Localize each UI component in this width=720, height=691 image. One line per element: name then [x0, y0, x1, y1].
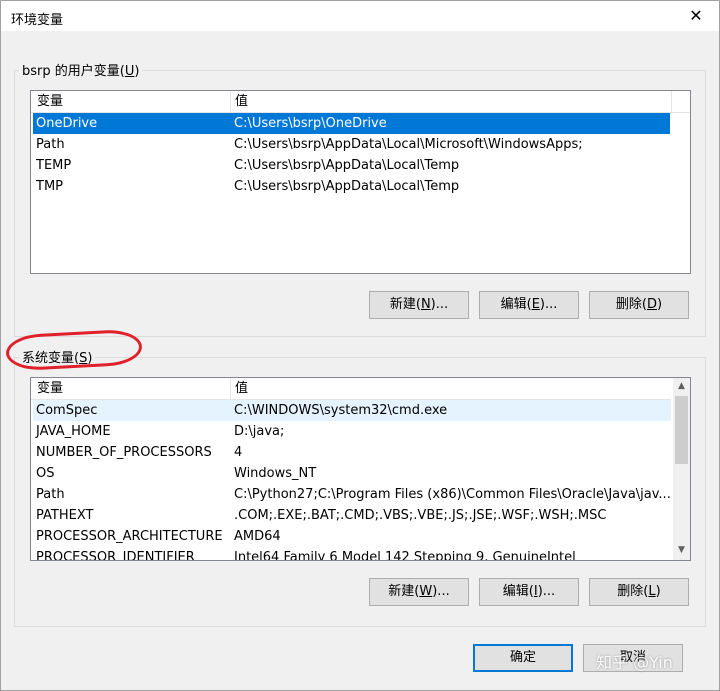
- variable-value: Windows_NT: [234, 466, 317, 481]
- user-variables-label: bsrp 的用户变量(U): [19, 60, 143, 79]
- variable-value: D:\java;: [234, 424, 285, 439]
- variable-name: PROCESSOR_IDENTIFIER: [36, 550, 195, 561]
- list-row-processor-identifier[interactable]: PROCESSOR_IDENTIFIER Intel64 Family 6 Mo…: [33, 547, 671, 561]
- list-row-onedrive[interactable]: OneDrive C:\Users\bsrp\OneDrive: [33, 113, 670, 134]
- variable-name: TMP: [36, 179, 63, 194]
- column-header-value[interactable]: 值: [231, 378, 671, 399]
- list-row-comspec[interactable]: ComSpec C:\WINDOWS\system32\cmd.exe: [33, 400, 671, 421]
- variable-value: C:\Users\bsrp\AppData\Local\Microsoft\Wi…: [234, 137, 583, 152]
- list-row-tmp[interactable]: TMP C:\Users\bsrp\AppData\Local\Temp: [33, 176, 670, 197]
- scroll-thumb[interactable]: [675, 396, 688, 464]
- variable-value: C:\WINDOWS\system32\cmd.exe: [234, 403, 448, 418]
- list-row-temp[interactable]: TEMP C:\Users\bsrp\AppData\Local\Temp: [33, 155, 670, 176]
- user-new-button[interactable]: 新建(N)...: [369, 291, 469, 319]
- variable-name: OneDrive: [36, 116, 98, 131]
- system-variables-label: 系统变量(S): [19, 347, 96, 366]
- system-delete-button[interactable]: 删除(L): [589, 578, 689, 606]
- variable-name: PATHEXT: [36, 508, 94, 523]
- column-header-variable[interactable]: 变量: [33, 91, 231, 112]
- variable-name: Path: [36, 487, 65, 502]
- scroll-up-icon[interactable]: ▲: [673, 378, 690, 395]
- list-row-os[interactable]: OS Windows_NT: [33, 463, 671, 484]
- variable-value: C:\Users\bsrp\OneDrive: [234, 116, 387, 131]
- title-bar: 环境变量 ✕: [1, 1, 719, 31]
- ok-button[interactable]: 确定: [473, 644, 573, 672]
- list-row-number-of-processors[interactable]: NUMBER_OF_PROCESSORS 4: [33, 442, 671, 463]
- list-row-java-home[interactable]: JAVA_HOME D:\java;: [33, 421, 671, 442]
- list-row-path[interactable]: Path C:\Python27;C:\Program Files (x86)\…: [33, 484, 671, 505]
- variable-value: AMD64: [234, 529, 281, 544]
- window-title: 环境变量: [11, 13, 64, 28]
- user-delete-button[interactable]: 删除(D): [589, 291, 689, 319]
- user-edit-button[interactable]: 编辑(E)...: [479, 291, 579, 319]
- variable-value: 4: [234, 445, 243, 460]
- list-row-path[interactable]: Path C:\Users\bsrp\AppData\Local\Microso…: [33, 134, 670, 155]
- variable-name: NUMBER_OF_PROCESSORS: [36, 445, 212, 460]
- system-edit-button[interactable]: 编辑(I)...: [479, 578, 579, 606]
- variable-value: .COM;.EXE;.BAT;.CMD;.VBS;.VBE;.JS;.JSE;.…: [234, 508, 607, 523]
- variable-name: OS: [36, 466, 55, 481]
- variable-name: Path: [36, 137, 65, 152]
- system-new-button[interactable]: 新建(W)...: [369, 578, 469, 606]
- variable-value: C:\Users\bsrp\AppData\Local\Temp: [234, 158, 460, 173]
- list-row-processor-architecture[interactable]: PROCESSOR_ARCHITECTURE AMD64: [33, 526, 671, 547]
- variable-name: ComSpec: [36, 403, 98, 418]
- variable-value: C:\Python27;C:\Program Files (x86)\Commo…: [234, 487, 671, 502]
- vertical-scrollbar[interactable]: ▲ ▼: [673, 378, 690, 560]
- column-header-variable[interactable]: 变量: [33, 378, 231, 399]
- scroll-down-icon[interactable]: ▼: [673, 542, 690, 559]
- list-header: 变量 值: [31, 378, 671, 400]
- column-header-value[interactable]: 值: [231, 91, 671, 112]
- close-button[interactable]: ✕: [673, 1, 719, 31]
- system-variables-list[interactable]: 变量 值 ComSpec C:\WINDOWS\system32\cmd.exe…: [30, 377, 691, 561]
- column-separator[interactable]: [671, 91, 672, 112]
- variable-value: Intel64 Family 6 Model 142 Stepping 9, G…: [234, 550, 576, 561]
- variable-name: TEMP: [36, 158, 72, 173]
- watermark: 知乎 @Yin: [596, 653, 673, 672]
- variable-name: PROCESSOR_ARCHITECTURE: [36, 529, 223, 544]
- variable-value: C:\Users\bsrp\AppData\Local\Temp: [234, 179, 460, 194]
- user-variables-list[interactable]: 变量 值 OneDrive C:\Users\bsrp\OneDrive Pat…: [30, 90, 691, 274]
- variable-name: JAVA_HOME: [36, 424, 111, 439]
- list-header: 变量 值: [31, 91, 690, 113]
- list-row-pathext[interactable]: PATHEXT .COM;.EXE;.BAT;.CMD;.VBS;.VBE;.J…: [33, 505, 671, 526]
